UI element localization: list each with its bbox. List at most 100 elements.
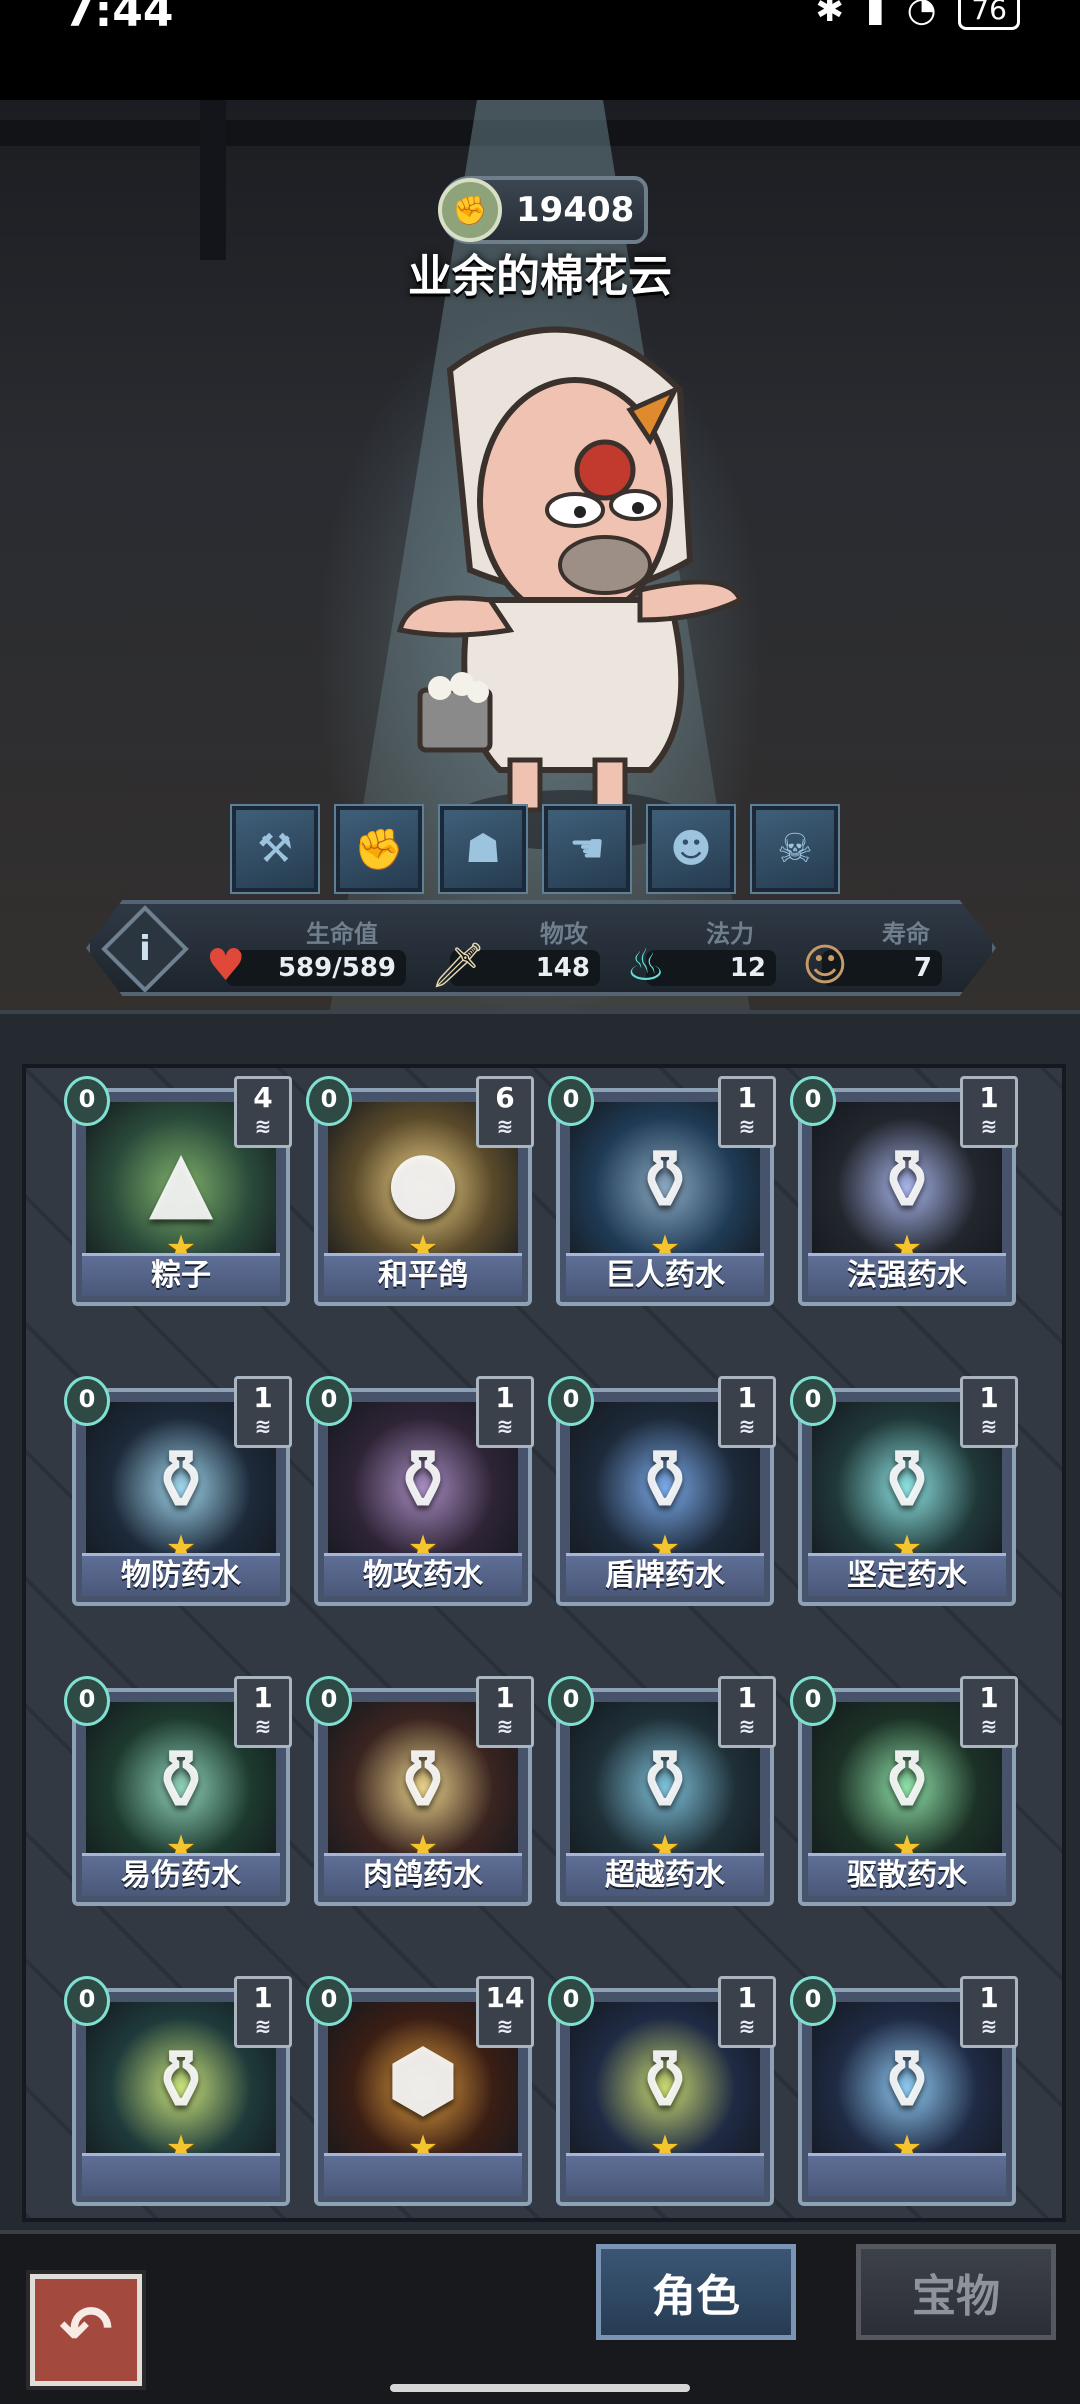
item-cost: 0 [306, 1676, 352, 1726]
wall-pipe [200, 100, 226, 260]
inventory-panel[interactable]: ▲ ★ 粽子 0 4 ≋ ● ★ 和平鸽 0 6 ≋ ⚱ ★ 巨人药水 0 1 ≋ ⚱ ★ 法强药水 0 1 ≋ ⚱ ★ 物防药水 0… [22, 1064, 1066, 2222]
item-card[interactable]: ⚱ ★ 坚定药水 0 1 ≋ [790, 1376, 1018, 1606]
status-bar: 7:44 ✱ ▮ ◔ 76 [0, 0, 1080, 100]
item-card[interactable]: ⬢ ★ 0 14 ≋ [306, 1976, 534, 2206]
stack-layers-icon: ≋ [254, 1714, 272, 1738]
item-name: 粽子 [82, 1253, 280, 1296]
item-cost: 0 [790, 1676, 836, 1726]
item-count: 6 [495, 1081, 515, 1114]
item-count: 1 [737, 1981, 757, 2014]
stat-hp-value: 589/589 [277, 953, 396, 983]
stack-layers-icon: ≋ [980, 1414, 998, 1438]
item-count: 1 [253, 1681, 273, 1714]
item-count: 1 [495, 1681, 515, 1714]
item-count: 1 [495, 1381, 515, 1414]
hero-name: 业余的棉花云 [408, 251, 672, 302]
item-cost: 0 [64, 1376, 110, 1426]
item-cost: 0 [306, 1076, 352, 1126]
item-count-badge: 1 ≋ [960, 1076, 1018, 1148]
stat-magic: 法力 ♨ 12 [626, 910, 776, 991]
power-score: 19408 [516, 190, 635, 230]
muscle-arm-icon: ☗ [465, 826, 501, 872]
skill-slot-monster[interactable]: ☻ [646, 804, 736, 894]
item-count-badge: 1 ≋ [960, 1676, 1018, 1748]
skill-slot-fist[interactable]: ✊ [334, 804, 424, 894]
item-name: 法强药水 [808, 1253, 1006, 1296]
item-count-badge: 1 ≋ [960, 1376, 1018, 1448]
stack-layers-icon: ≋ [254, 1114, 272, 1138]
broom-icon: ⚒ [257, 826, 293, 872]
item-card[interactable]: ⚱ ★ 0 1 ≋ [790, 1976, 1018, 2206]
skill-slot-arm[interactable]: ☗ [438, 804, 528, 894]
item-card[interactable]: ⚱ ★ 易伤药水 0 1 ≋ [64, 1676, 292, 1906]
stat-magic-label: 法力 [706, 920, 754, 948]
item-cost: 0 [306, 1376, 352, 1426]
stat-hp: 生命值 ♥ 589/589 [206, 910, 406, 991]
stack-layers-icon: ≋ [738, 1114, 756, 1138]
item-card[interactable]: ● ★ 和平鸽 0 6 ≋ [306, 1076, 534, 1306]
signal-icon: ▮ [865, 0, 885, 30]
info-icon: i [139, 929, 151, 969]
item-count: 14 [485, 1981, 525, 2014]
item-card[interactable]: ⚱ ★ 物攻药水 0 1 ≋ [306, 1376, 534, 1606]
item-count-badge: 1 ≋ [718, 1076, 776, 1148]
stack-layers-icon: ≋ [738, 1414, 756, 1438]
stack-layers-icon: ≋ [738, 1714, 756, 1738]
item-cost: 0 [64, 1076, 110, 1126]
stat-hp-label: 生命值 [306, 920, 378, 948]
item-name: 易伤药水 [82, 1853, 280, 1896]
item-card[interactable]: ⚱ ★ 物防药水 0 1 ≋ [64, 1376, 292, 1606]
warrior-head-icon: ☺ [802, 940, 848, 991]
item-card[interactable]: ⚱ ★ 盾牌药水 0 1 ≋ [548, 1376, 776, 1606]
item-card[interactable]: ⚱ ★ 法强药水 0 1 ≋ [790, 1076, 1018, 1306]
item-count: 1 [737, 1081, 757, 1114]
item-cost: 0 [548, 1676, 594, 1726]
item-count-badge: 1 ≋ [960, 1976, 1018, 2048]
stack-layers-icon: ≋ [496, 1114, 514, 1138]
home-indicator[interactable] [390, 2384, 690, 2392]
item-card[interactable]: ▲ ★ 粽子 0 4 ≋ [64, 1076, 292, 1306]
item-card[interactable]: ⚱ ★ 0 1 ≋ [64, 1976, 292, 2206]
item-name: 物攻药水 [324, 1553, 522, 1596]
stat-attack-value: 148 [535, 953, 590, 983]
skill-slot-hand[interactable]: ☚ [542, 804, 632, 894]
power-score-badge: ✊ 19408 [438, 176, 648, 244]
back-button[interactable]: ↶ [26, 2270, 146, 2390]
item-name: 物防药水 [82, 1553, 280, 1596]
item-count-badge: 1 ≋ [718, 1976, 776, 2048]
tab-role-label: 角色 [652, 2271, 740, 2322]
item-card[interactable]: ⚱ ★ 驱散药水 0 1 ≋ [790, 1676, 1018, 1906]
item-cost: 0 [548, 1976, 594, 2026]
item-card[interactable]: ⚱ ★ 0 1 ≋ [548, 1976, 776, 2206]
item-count-badge: 1 ≋ [234, 1376, 292, 1448]
item-name: 超越药水 [566, 1853, 764, 1896]
tab-role[interactable]: 角色 [596, 2244, 796, 2340]
status-icons: ✱ ▮ ◔ 76 [815, 0, 1020, 30]
item-count: 1 [979, 1981, 999, 2014]
stack-layers-icon: ≋ [496, 1414, 514, 1438]
item-cost: 0 [64, 1676, 110, 1726]
item-name [566, 2153, 764, 2196]
item-count: 4 [253, 1081, 273, 1114]
blue-flame-icon: ♨ [626, 940, 666, 991]
item-name: 巨人药水 [566, 1253, 764, 1296]
stat-magic-value: 12 [729, 953, 766, 983]
stack-layers-icon: ≋ [980, 2014, 998, 2038]
skill-slot-skull[interactable]: ☠ [750, 804, 840, 894]
item-count-badge: 14 ≋ [476, 1976, 534, 2048]
item-card[interactable]: ⚱ ★ 超越药水 0 1 ≋ [548, 1676, 776, 1906]
item-count: 1 [737, 1381, 757, 1414]
item-count: 1 [737, 1681, 757, 1714]
stat-lifespan-label: 寿命 [882, 920, 930, 948]
monster-face-icon: ☻ [670, 826, 712, 872]
skill-slot-broom[interactable]: ⚒ [230, 804, 320, 894]
stack-layers-icon: ≋ [254, 2014, 272, 2038]
item-cost: 0 [64, 1976, 110, 2026]
heart-icon: ♥ [206, 940, 246, 991]
item-card[interactable]: ⚱ ★ 巨人药水 0 1 ≋ [548, 1076, 776, 1306]
skull-icon: ☠ [777, 826, 813, 872]
item-name: 和平鸽 [324, 1253, 522, 1296]
item-card[interactable]: ⚱ ★ 肉鸽药水 0 1 ≋ [306, 1676, 534, 1906]
tab-treasure[interactable]: 宝物 [856, 2244, 1056, 2340]
item-count: 1 [253, 1981, 273, 2014]
